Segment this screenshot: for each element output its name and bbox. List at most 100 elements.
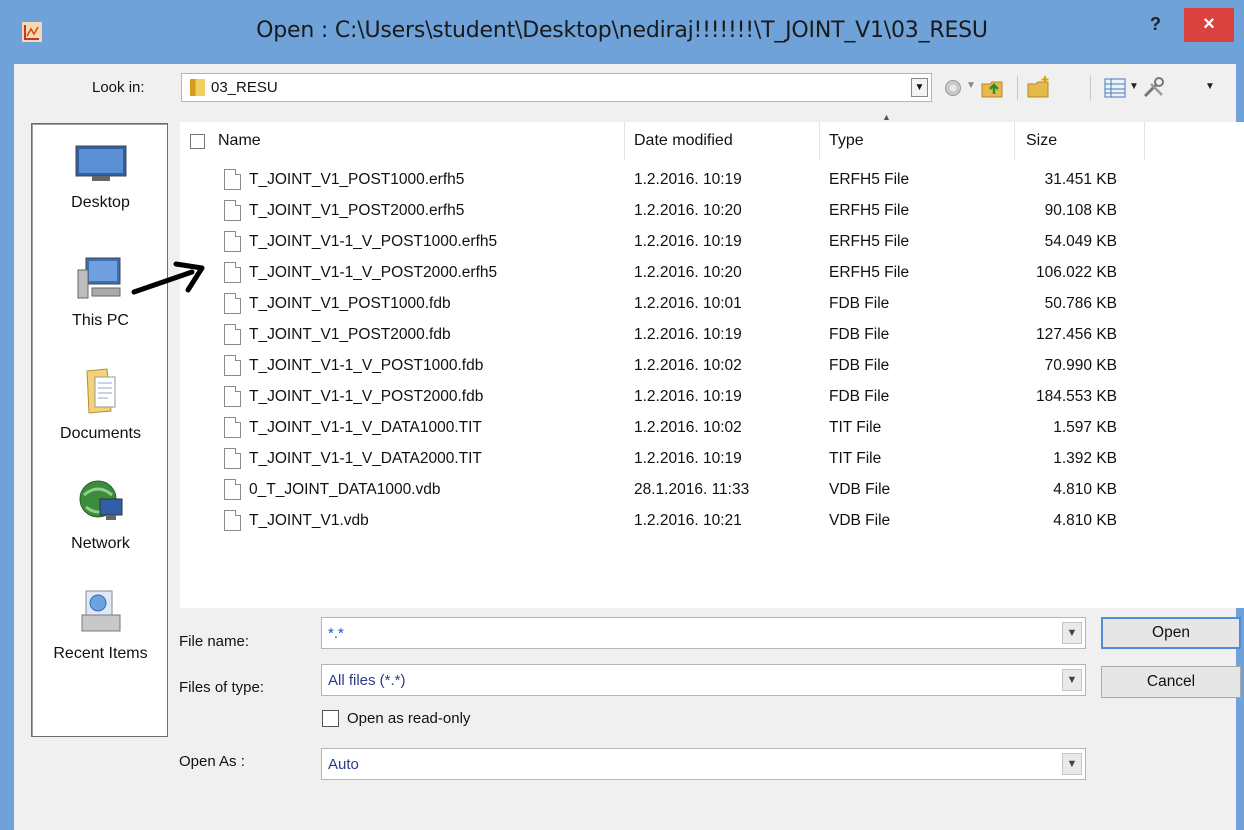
- close-button[interactable]: ×: [1184, 8, 1234, 42]
- column-header-date[interactable]: Date modified: [634, 122, 733, 160]
- look-in-label: Look in:: [92, 79, 145, 96]
- back-dropdown-icon[interactable]: ▼: [966, 80, 976, 91]
- chevron-down-icon[interactable]: ▼: [1062, 753, 1082, 775]
- open-button[interactable]: Open: [1101, 617, 1241, 649]
- file-date: 28.1.2016. 11:33: [634, 481, 750, 498]
- file-icon: [224, 324, 241, 345]
- file-icon: [224, 293, 241, 314]
- file-icon: [224, 200, 241, 221]
- read-only-checkbox[interactable]: [322, 710, 339, 727]
- place-network[interactable]: Network: [32, 477, 169, 553]
- folder-icon: [190, 79, 205, 96]
- column-divider[interactable]: [819, 122, 820, 160]
- places-bar: Desktop This PC Documents Network Recent…: [31, 123, 168, 737]
- file-name: T_JOINT_V1_POST1000.fdb: [249, 295, 451, 312]
- file-size: 70.990 KB: [1044, 357, 1117, 374]
- annotation-arrow-icon: [131, 261, 205, 295]
- file-date: 1.2.2016. 10:20: [634, 202, 742, 219]
- help-button[interactable]: ?: [1150, 14, 1161, 35]
- column-divider[interactable]: [624, 122, 625, 160]
- file-type-label: Files of type:: [179, 679, 265, 696]
- file-type: ERFH5 File: [829, 264, 910, 281]
- file-date: 1.2.2016. 10:01: [634, 295, 742, 312]
- file-date: 1.2.2016. 10:19: [634, 388, 742, 405]
- network-icon: [79, 480, 122, 520]
- new-folder-icon[interactable]: [1026, 75, 1052, 101]
- title-bar[interactable]: Open : C:\Users\student\Desktop\nediraj!…: [0, 0, 1244, 62]
- column-header-name[interactable]: Name: [218, 122, 261, 160]
- file-icon: [224, 355, 241, 376]
- file-row[interactable]: T_JOINT_V1-1_V_POST1000.erfh5 1.2.2016. …: [180, 227, 1244, 258]
- column-header-size[interactable]: Size: [1026, 122, 1057, 160]
- select-all-checkbox[interactable]: [190, 134, 205, 149]
- file-size: 4.810 KB: [1053, 481, 1117, 498]
- view-dropdown-icon[interactable]: ▼: [1129, 81, 1139, 92]
- file-icon: [224, 386, 241, 407]
- look-in-combo[interactable]: 03_RESU ▼: [181, 73, 932, 102]
- file-row[interactable]: T_JOINT_V1_POST2000.fdb 1.2.2016. 10:19 …: [180, 320, 1244, 351]
- file-type: VDB File: [829, 512, 891, 529]
- column-divider[interactable]: [1144, 122, 1145, 160]
- file-name: 0_T_JOINT_DATA1000.vdb: [249, 481, 441, 498]
- place-label: This PC: [72, 312, 129, 329]
- desktop-icon: [75, 145, 126, 181]
- window-title: Open : C:\Users\student\Desktop\nediraj!…: [256, 18, 988, 43]
- chevron-down-icon[interactable]: ▼: [1062, 669, 1082, 691]
- file-row[interactable]: T_JOINT_V1-1_V_POST2000.fdb 1.2.2016. 10…: [180, 382, 1244, 413]
- place-desktop[interactable]: Desktop: [32, 144, 169, 212]
- file-row[interactable]: T_JOINT_V1-1_V_POST2000.erfh5 1.2.2016. …: [180, 258, 1244, 289]
- file-icon: [224, 169, 241, 190]
- file-type: ERFH5 File: [829, 202, 910, 219]
- file-row[interactable]: T_JOINT_V1_POST1000.fdb 1.2.2016. 10:01 …: [180, 289, 1244, 320]
- file-size: 31.451 KB: [1044, 171, 1117, 188]
- back-icon[interactable]: [944, 79, 962, 97]
- chevron-down-icon[interactable]: ▼: [1062, 622, 1082, 644]
- place-documents[interactable]: Documents: [32, 367, 169, 443]
- file-row[interactable]: T_JOINT_V1-1_V_DATA2000.TIT 1.2.2016. 10…: [180, 444, 1244, 475]
- file-name: T_JOINT_V1-1_V_POST1000.erfh5: [249, 233, 498, 250]
- place-label: Recent Items: [53, 645, 148, 662]
- column-divider[interactable]: [1014, 122, 1015, 160]
- file-type: TIT File: [829, 419, 882, 436]
- file-type: TIT File: [829, 450, 882, 467]
- file-row[interactable]: T_JOINT_V1-1_V_DATA1000.TIT 1.2.2016. 10…: [180, 413, 1244, 444]
- file-name: T_JOINT_V1_POST2000.erfh5: [249, 202, 465, 219]
- file-name: T_JOINT_V1-1_V_DATA1000.TIT: [249, 419, 482, 436]
- file-type-select[interactable]: All files (*.*) ▼: [321, 664, 1086, 696]
- file-size: 1.392 KB: [1053, 450, 1117, 467]
- look-in-value: 03_RESU: [211, 79, 278, 96]
- file-size: 90.108 KB: [1044, 202, 1117, 219]
- open-as-value: Auto: [328, 756, 359, 773]
- tools-icon[interactable]: [1142, 77, 1166, 99]
- file-row[interactable]: T_JOINT_V1_POST1000.erfh5 1.2.2016. 10:1…: [180, 165, 1244, 196]
- file-type: FDB File: [829, 326, 890, 343]
- cancel-button[interactable]: Cancel: [1101, 666, 1241, 698]
- file-date: 1.2.2016. 10:19: [634, 450, 742, 467]
- place-label: Desktop: [71, 194, 130, 211]
- file-date: 1.2.2016. 10:19: [634, 233, 742, 250]
- read-only-label[interactable]: Open as read-only: [347, 710, 470, 727]
- file-type: FDB File: [829, 357, 890, 374]
- file-type: ERFH5 File: [829, 233, 910, 250]
- computer-icon: [77, 257, 120, 299]
- toolbar-separator: [1017, 76, 1018, 100]
- file-date: 1.2.2016. 10:21: [634, 512, 742, 529]
- file-list[interactable]: Name Date modified Type ▲ Size T_JOINT_V…: [180, 112, 1244, 608]
- file-size: 4.810 KB: [1053, 512, 1117, 529]
- documents-icon: [85, 368, 115, 414]
- up-folder-icon[interactable]: [980, 76, 1006, 100]
- place-recent-items[interactable]: Recent Items: [32, 589, 169, 663]
- file-date: 1.2.2016. 10:02: [634, 419, 742, 436]
- file-row[interactable]: T_JOINT_V1_POST2000.erfh5 1.2.2016. 10:2…: [180, 196, 1244, 227]
- toolbar-separator: [1090, 76, 1091, 100]
- column-header-type[interactable]: Type: [829, 122, 864, 160]
- tools-dropdown-icon[interactable]: ▼: [1205, 81, 1215, 92]
- open-as-select[interactable]: Auto ▼: [321, 748, 1086, 780]
- file-icon: [224, 231, 241, 252]
- chevron-down-icon[interactable]: ▼: [911, 78, 928, 97]
- file-row[interactable]: T_JOINT_V1.vdb 1.2.2016. 10:21 VDB File …: [180, 506, 1244, 537]
- file-row[interactable]: 0_T_JOINT_DATA1000.vdb 28.1.2016. 11:33 …: [180, 475, 1244, 506]
- view-menu-icon[interactable]: [1104, 78, 1126, 98]
- file-name-input[interactable]: *.* ▼: [321, 617, 1086, 649]
- file-row[interactable]: T_JOINT_V1-1_V_POST1000.fdb 1.2.2016. 10…: [180, 351, 1244, 382]
